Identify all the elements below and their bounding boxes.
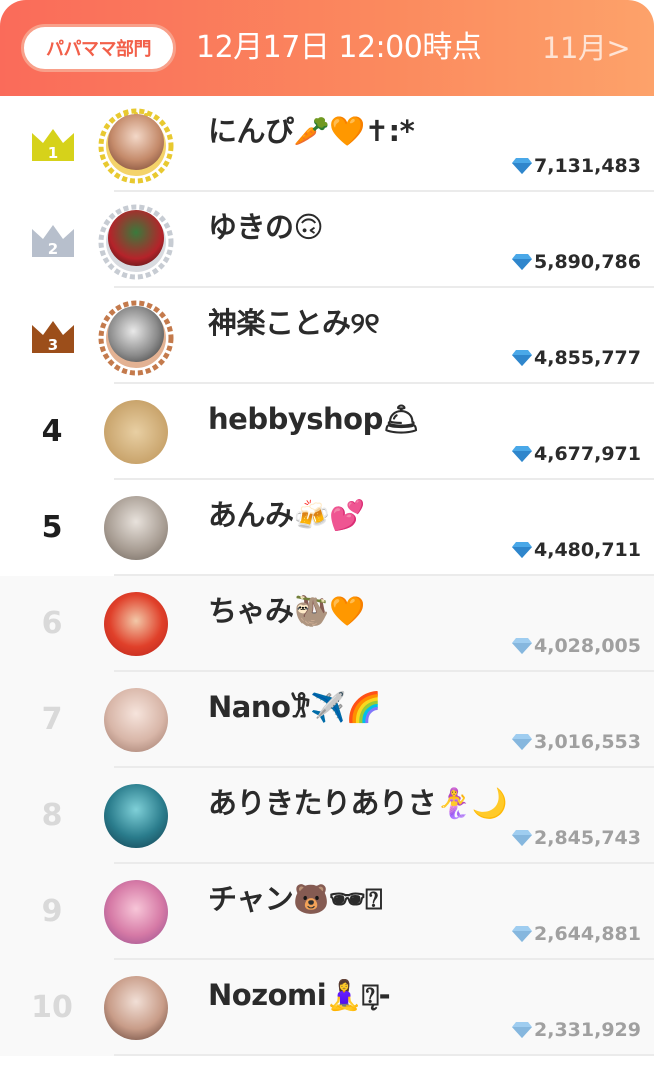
score-value: 5,890,786 (534, 251, 641, 273)
ranking-row[interactable]: 6 ちゃみ🦥🧡 4,028,005 (0, 576, 654, 672)
score-value: 7,131,483 (534, 155, 641, 177)
score: 7,131,483 (512, 154, 641, 178)
user-name: Nozomi🧘‍♀️⍰̨- (208, 978, 391, 1012)
score-value: 4,677,971 (534, 443, 641, 465)
score-value: 2,644,881 (534, 923, 641, 945)
score: 2,845,743 (512, 826, 641, 850)
diamond-gem-icon (512, 1022, 533, 1038)
crown-rank-number: 3 (48, 336, 58, 353)
avatar[interactable] (104, 688, 168, 752)
user-name: ありきたりありさ🧜‍♀️🌙 (208, 786, 508, 820)
crown-gold-icon: 1 (32, 129, 74, 161)
score: 5,890,786 (512, 250, 641, 274)
score-value: 2,845,743 (534, 827, 641, 849)
ranking-row[interactable]: 8 ありきたりありさ🧜‍♀️🌙 2,845,743 (0, 768, 654, 864)
avatar[interactable] (104, 496, 168, 560)
score-value: 4,855,777 (534, 347, 641, 369)
user-name: チャン🐻🕶⍰ (208, 882, 383, 916)
score: 4,855,777 (512, 346, 641, 370)
ranking-row[interactable]: 10 Nozomi🧘‍♀️⍰̨- 2,331,929 (0, 960, 654, 1056)
diamond-gem-icon (512, 542, 533, 558)
user-name: 神楽ことみ୨୧ (208, 306, 380, 340)
score: 4,677,971 (512, 442, 641, 466)
avatar[interactable] (108, 210, 164, 266)
score-value: 4,480,711 (534, 539, 641, 561)
ranking-row[interactable]: 3 神楽ことみ୨୧ 4,855,777 (0, 288, 654, 384)
category-button[interactable]: パパママ部門 (21, 24, 176, 72)
previous-month-link[interactable]: 11月> (542, 26, 631, 70)
crown-silver-icon: 2 (32, 225, 74, 257)
user-name: にんぴ🥕🧡✝︎:* (208, 114, 415, 148)
diamond-gem-icon (512, 158, 533, 174)
rank-number: 10 (31, 990, 73, 1025)
score-value: 4,028,005 (534, 635, 641, 657)
score: 4,480,711 (512, 538, 641, 562)
diamond-gem-icon (512, 638, 533, 654)
user-name: ゆきの🙃 (208, 210, 324, 244)
score-value: 2,331,929 (534, 1019, 641, 1041)
crown-bronze-icon: 3 (32, 321, 74, 353)
timestamp-label: 12月17日 12:00時点 (196, 30, 482, 65)
ranking-header: パパママ部門 12月17日 12:00時点 11月> (0, 0, 654, 96)
ranking-row[interactable]: 4 hebbyshop🛎 4,677,971 (0, 384, 654, 480)
crown-rank-number: 2 (48, 240, 58, 257)
ranking-row[interactable]: 5 あんみ🍻💕 4,480,711 (0, 480, 654, 576)
score: 4,028,005 (512, 634, 641, 658)
ranking-row[interactable]: 7 Nano𐦂✈️🌈 3,016,553 (0, 672, 654, 768)
crown-rank-number: 1 (48, 144, 58, 161)
row-divider (114, 1054, 654, 1056)
ranking-row[interactable]: 9 チャン🐻🕶⍰ 2,644,881 (0, 864, 654, 960)
avatar[interactable] (104, 880, 168, 944)
score: 2,331,929 (512, 1018, 641, 1042)
rank-number: 9 (41, 894, 63, 929)
ranking-row[interactable]: 2 ゆきの🙃 5,890,786 (0, 192, 654, 288)
score: 3,016,553 (512, 730, 641, 754)
avatar[interactable] (104, 400, 168, 464)
diamond-gem-icon (512, 446, 533, 462)
user-name: ちゃみ🦥🧡 (208, 594, 365, 628)
rank-number: 4 (41, 414, 63, 449)
score-value: 3,016,553 (534, 731, 641, 753)
diamond-gem-icon (512, 254, 533, 270)
ranking-row[interactable]: 1 にんぴ🥕🧡✝︎:* 7,131,483 (0, 96, 654, 192)
avatar[interactable] (104, 592, 168, 656)
rank-number: 6 (41, 606, 63, 641)
user-name: Nano𐦂✈️🌈 (208, 690, 382, 724)
diamond-gem-icon (512, 830, 533, 846)
avatar[interactable] (104, 976, 168, 1040)
rank-number: 5 (41, 510, 63, 545)
diamond-gem-icon (512, 734, 533, 750)
avatar[interactable] (108, 306, 164, 362)
avatar[interactable] (104, 784, 168, 848)
category-label: パパママ部門 (46, 39, 152, 60)
user-name: hebbyshop🛎 (208, 402, 420, 436)
score: 2,644,881 (512, 922, 641, 946)
avatar[interactable] (108, 114, 164, 170)
diamond-gem-icon (512, 926, 533, 942)
user-name: あんみ🍻💕 (208, 498, 365, 532)
rank-number: 8 (41, 798, 63, 833)
ranking-card: パパママ部門 12月17日 12:00時点 11月> 1 にんぴ🥕🧡✝︎:* 7… (0, 0, 654, 1088)
diamond-gem-icon (512, 350, 533, 366)
rank-number: 7 (41, 702, 63, 737)
